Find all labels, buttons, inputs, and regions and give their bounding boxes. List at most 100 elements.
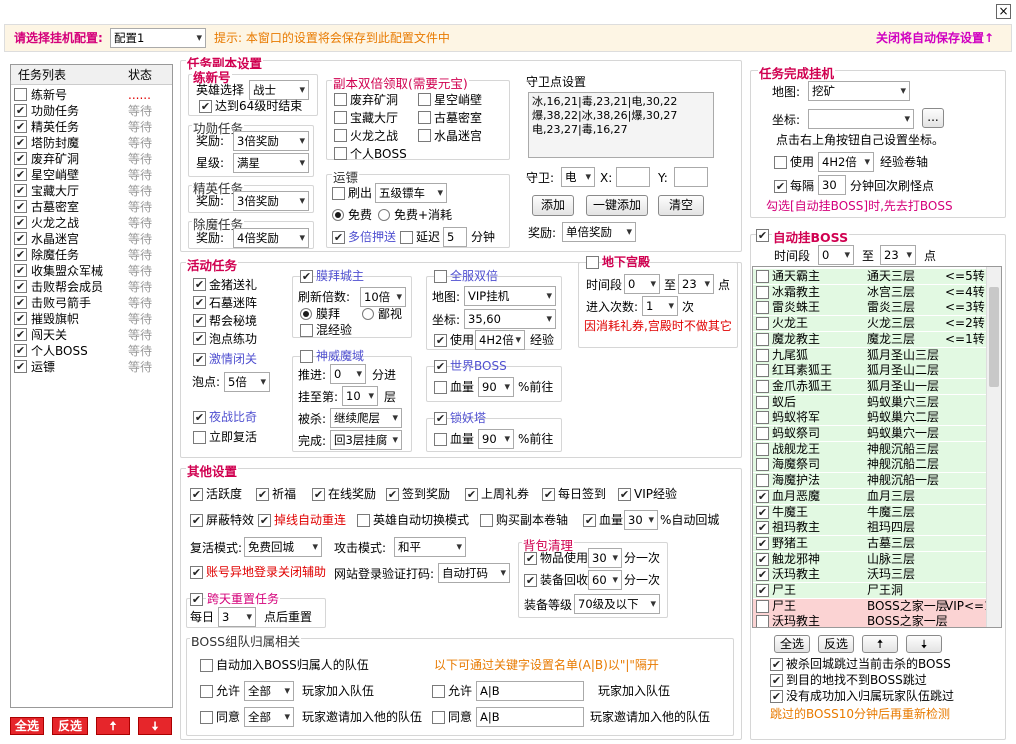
boss-row[interactable]: 牛魔王 牛魔三层 [753, 504, 987, 520]
merit-star-select[interactable]: 满星 [233, 153, 309, 173]
escort-refresh-checkbox[interactable] [332, 187, 345, 200]
allow1-select[interactable]: 全部 [244, 681, 294, 701]
auto-boss-checkbox[interactable] [756, 229, 769, 242]
daily-select[interactable]: 3 [218, 607, 256, 627]
boss-checkbox[interactable] [756, 489, 769, 503]
block-effects-checkbox[interactable] [190, 514, 203, 527]
trial-checkbox[interactable] [193, 353, 206, 366]
boss-checkbox[interactable] [756, 536, 769, 550]
boss-row[interactable]: 金爪赤狐王 狐月圣山一层 [753, 378, 987, 394]
multi-escort-checkbox[interactable] [332, 231, 345, 244]
task-checkbox[interactable] [14, 88, 27, 101]
boss-checkbox[interactable] [756, 332, 769, 346]
tower-checkbox[interactable] [434, 412, 447, 425]
other-checkbox[interactable] [542, 488, 555, 501]
boss-row[interactable]: 海魔护法 神舰沉船一层 [753, 473, 987, 489]
despise-radio[interactable] [362, 308, 374, 320]
world-boss-hp-checkbox[interactable] [434, 381, 447, 394]
double-item-checkbox[interactable] [334, 111, 347, 124]
finish-interval-input[interactable]: 30 [818, 175, 846, 195]
guard-add-all-button[interactable]: 一键添加 [586, 195, 648, 216]
boss-checkbox[interactable] [756, 379, 769, 393]
other-checkbox[interactable] [386, 488, 399, 501]
finish-map-select[interactable]: 挖矿 [808, 81, 910, 101]
other-checkbox[interactable] [465, 488, 478, 501]
activity-checkbox[interactable] [193, 332, 206, 345]
finish-interval-checkbox[interactable] [774, 180, 787, 193]
double-item-checkbox[interactable] [418, 111, 431, 124]
bag-use-select[interactable]: 30 [588, 548, 622, 568]
boss-from-select[interactable]: 0 [818, 245, 854, 265]
double-item-checkbox[interactable] [334, 93, 347, 106]
guard-y-input[interactable] [674, 167, 708, 187]
boss-row[interactable]: 火龙王 火龙三层 <=2转 [753, 316, 987, 332]
boss-row[interactable]: 魔龙教主 魔龙三层 <=1转 [753, 331, 987, 347]
boss-row[interactable]: 蚂蚁将军 蚂蚁巢穴二层 [753, 410, 987, 426]
stop-level-checkbox[interactable] [199, 100, 212, 113]
activity-checkbox[interactable] [193, 314, 206, 327]
escort-free-paid-radio[interactable] [378, 209, 390, 221]
boss-opt1-checkbox[interactable] [770, 658, 783, 671]
task-checkbox[interactable] [14, 216, 27, 229]
other-checkbox[interactable] [256, 488, 269, 501]
task-checkbox[interactable] [14, 264, 27, 277]
boss-row[interactable]: 战舰龙王 神舰沉船三层 [753, 441, 987, 457]
double-item-checkbox[interactable] [418, 129, 431, 142]
buy-scroll-checkbox[interactable] [480, 514, 493, 527]
escort-refresh-select[interactable]: 五级镖车 [375, 183, 447, 203]
task-checkbox[interactable] [14, 232, 27, 245]
palace-enter-select[interactable]: 1 [642, 296, 678, 316]
other-checkbox[interactable] [618, 488, 631, 501]
boss-checkbox[interactable] [756, 395, 769, 409]
coord-picker-button[interactable]: ... [922, 108, 944, 128]
boss-checkbox[interactable] [756, 568, 769, 582]
boss-row[interactable]: 海魔祭司 神舰沉船二层 [753, 457, 987, 473]
world-boss-hp-select[interactable]: 90 [478, 377, 514, 397]
boss-row[interactable]: 沃玛教主 BOSS之家一层 [753, 614, 987, 627]
boss-opt2-checkbox[interactable] [770, 674, 783, 687]
boss-invert-button[interactable]: 反选 [818, 635, 854, 653]
worship-refresh-select[interactable]: 10倍 [360, 287, 406, 307]
allow2-checkbox[interactable] [432, 685, 445, 698]
bag-recycle-checkbox[interactable] [524, 574, 537, 587]
boss-checkbox[interactable] [756, 270, 769, 283]
boss-row[interactable]: 九尾狐 狐月圣山三层 [753, 347, 987, 363]
boss-row[interactable]: 通天霸主 通天三层 <=5转 [753, 269, 987, 284]
guard-points-textarea[interactable]: 冰,16,21|毒,23,21|电,30,22 爆,38,22|冰,38,26|… [528, 92, 714, 158]
hp-back-checkbox[interactable] [583, 514, 596, 527]
hero-select[interactable]: 战士 [249, 80, 309, 100]
worship-checkbox[interactable] [300, 270, 313, 283]
boss-up-button[interactable]: 🠅 [862, 635, 898, 653]
boss-row[interactable]: 血月恶魔 血月三层 [753, 488, 987, 504]
boss-row[interactable]: 野猪王 古墓三层 [753, 535, 987, 551]
other-checkbox[interactable] [190, 488, 203, 501]
allow2-input[interactable]: A|B [476, 681, 584, 701]
invert-select-button[interactable]: 反选 [52, 717, 88, 735]
boss-list-scrollbar[interactable] [986, 267, 1001, 627]
auto-join-checkbox[interactable] [200, 659, 213, 672]
worship-radio[interactable] [300, 308, 312, 320]
task-checkbox[interactable] [14, 136, 27, 149]
double-item-checkbox[interactable] [334, 129, 347, 142]
world-boss-checkbox[interactable] [434, 360, 447, 373]
boss-checkbox[interactable] [756, 552, 769, 566]
allow1-checkbox[interactable] [200, 685, 213, 698]
boss-checkbox[interactable] [756, 521, 769, 535]
boss-row[interactable]: 红耳素狐王 狐月圣山二层 [753, 363, 987, 379]
double-map-select[interactable]: VIP挂机 [464, 286, 556, 306]
boss-checkbox[interactable] [756, 584, 769, 597]
demon-reward-select[interactable]: 4倍奖励 [233, 228, 309, 248]
boss-checkbox[interactable] [756, 348, 769, 362]
kill-select[interactable]: 继续爬层 [330, 408, 402, 428]
attack-mode-select[interactable]: 和平 [394, 537, 466, 557]
task-checkbox[interactable] [14, 168, 27, 181]
finish-use-checkbox[interactable] [774, 156, 787, 169]
boss-checkbox[interactable] [756, 505, 769, 519]
night-checkbox[interactable] [193, 411, 206, 424]
task-checkbox[interactable] [14, 296, 27, 309]
guard-x-input[interactable] [616, 167, 650, 187]
boss-checkbox[interactable] [756, 615, 769, 627]
finish-use-select[interactable]: 4H2倍 [818, 152, 874, 172]
reconnect-checkbox[interactable] [258, 514, 271, 527]
boss-row[interactable]: 冰霜教主 冰宫三层 <=4转 [753, 284, 987, 300]
